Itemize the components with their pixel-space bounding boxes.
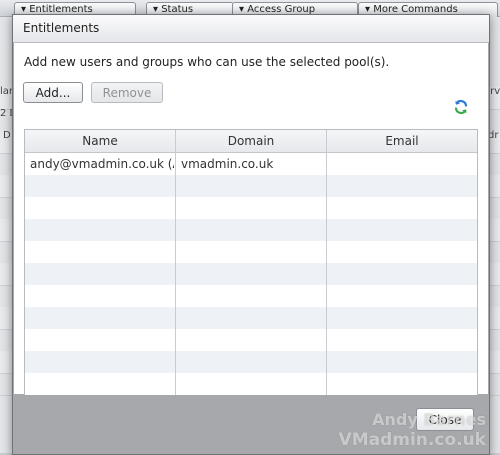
remove-button[interactable]: Remove [91,82,163,103]
dialog-title: Entitlements [23,21,100,35]
refresh-icon[interactable] [453,99,469,115]
add-button[interactable]: Add... [23,82,83,103]
entitlements-dialog: Entitlements Add new users and groups wh… [12,14,490,455]
empty-table-row [25,175,477,197]
dialog-title-bar[interactable]: Entitlements [13,15,489,43]
column-header-domain[interactable]: Domain [176,130,326,152]
empty-table-row [25,329,477,351]
watermark-site: VMadmin.co.uk [338,430,486,450]
column-header-email[interactable]: Email [327,130,477,152]
empty-table-row [25,285,477,307]
column-divider [326,130,327,398]
empty-table-row [25,351,477,373]
empty-table-row [25,307,477,329]
background-cell-fragment: D [3,130,11,141]
watermark-author: Andy Barnes [372,410,486,429]
cell-email [332,153,476,175]
empty-table-row [25,219,477,241]
empty-table-row [25,197,477,219]
column-divider [175,130,176,398]
entitlements-table: Name Domain Email andy@vmadmin.co.uk (A … [24,129,478,399]
instruction-text: Add new users and groups who can use the… [24,55,390,69]
empty-table-row [25,241,477,263]
empty-table-row [25,373,477,395]
column-header-name[interactable]: Name [25,130,175,152]
table-row[interactable]: andy@vmadmin.co.uk (A vmadmin.co.uk [25,153,477,175]
cell-name: andy@vmadmin.co.uk (A [30,157,174,171]
cell-domain: vmadmin.co.uk [181,157,274,171]
dialog-body: Add new users and groups who can use the… [14,43,488,399]
empty-table-row [25,263,477,285]
table-header: Name Domain Email [25,130,477,153]
